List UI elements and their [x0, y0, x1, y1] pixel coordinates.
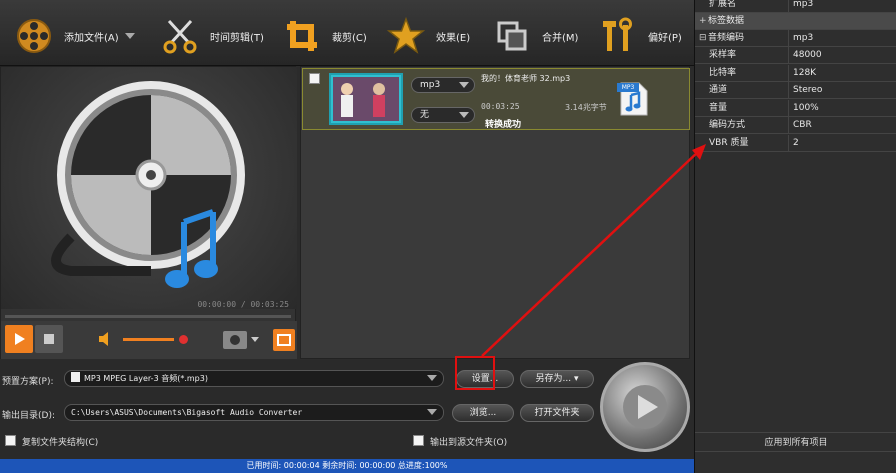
app-window: 添加文件(A) 时间剪辑(T) 裁剪(C) 效果(E) 合并(M) 偏好(P) …	[0, 0, 896, 473]
annotation-arrow	[481, 144, 706, 357]
